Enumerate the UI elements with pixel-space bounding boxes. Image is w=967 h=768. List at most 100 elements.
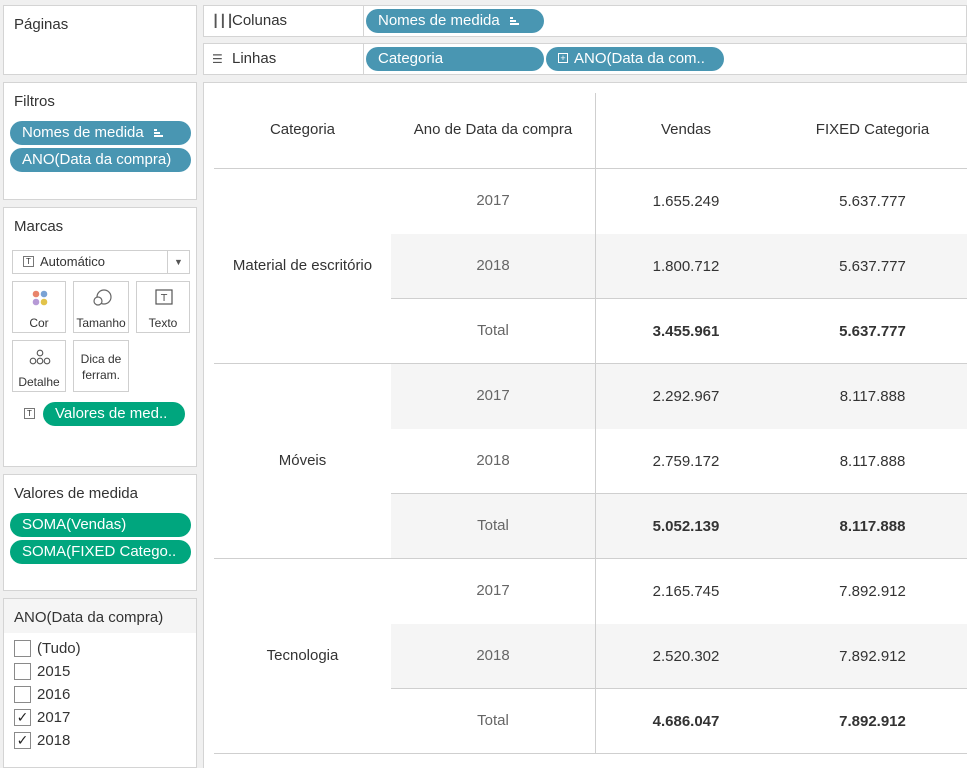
- header-ano[interactable]: Ano de Data da compra: [391, 121, 595, 138]
- marks-text-pill[interactable]: Valores de med..: [43, 402, 185, 426]
- year-cell: 2017: [476, 387, 510, 404]
- pages-panel[interactable]: Páginas: [3, 5, 197, 75]
- fixed-cell: 7.892.912: [839, 583, 906, 600]
- text-label: Texto: [148, 316, 178, 330]
- columns-label: ┃┃┃Colunas: [204, 6, 364, 36]
- text-mark-icon: T: [23, 256, 34, 268]
- fixed-total: 5.637.777: [839, 323, 906, 340]
- year-cell: 2017: [476, 582, 510, 599]
- group-divider: [214, 558, 967, 559]
- year-filter-card[interactable]: ANO(Data da compra) (Tudo) 2015 2016 ✓ 20…: [3, 598, 197, 768]
- year-cell: 2018: [476, 647, 510, 664]
- text-mark-icon: T: [24, 408, 35, 419]
- detail-button[interactable]: Detalhe: [12, 340, 66, 392]
- color-label: Cor: [29, 316, 49, 330]
- header-divider: [214, 168, 967, 169]
- pages-title: Páginas: [14, 16, 69, 33]
- group-divider: [214, 363, 967, 364]
- vendas-cell: 2.292.967: [652, 388, 720, 405]
- text-icon: T: [155, 289, 173, 305]
- measure-pill-fixed[interactable]: SOMA(FIXED Catego..: [10, 540, 191, 564]
- year-cell: 2017: [476, 192, 510, 209]
- filter-pill-measure-names[interactable]: Nomes de medida: [10, 121, 191, 145]
- checkbox[interactable]: [14, 662, 31, 680]
- columns-label-text: Colunas: [232, 12, 288, 29]
- total-label: Total: [477, 712, 509, 729]
- year-option-2015[interactable]: 2015: [14, 662, 70, 682]
- text-button[interactable]: T Texto: [136, 281, 190, 333]
- header-vendas[interactable]: Vendas: [595, 121, 777, 138]
- fixed-cell: 5.637.777: [839, 193, 906, 210]
- checkbox[interactable]: [14, 639, 31, 657]
- dropdown-arrow-icon: ▼: [167, 251, 189, 273]
- mark-type-value: Automático: [40, 254, 106, 269]
- option-label: 2015: [37, 663, 71, 680]
- header-fixed[interactable]: FIXED Categoria: [777, 121, 967, 138]
- option-label: 2016: [37, 686, 71, 703]
- sort-icon: [153, 129, 163, 138]
- color-button[interactable]: Cor: [12, 281, 66, 333]
- fixed-cell: 8.117.888: [839, 453, 906, 470]
- measure-pill-sales[interactable]: SOMA(Vendas): [10, 513, 191, 537]
- year-cell: 2018: [476, 452, 510, 469]
- pill-year-rows[interactable]: + ANO(Data da com..: [546, 47, 724, 71]
- checkbox-checked[interactable]: ✓: [14, 708, 31, 726]
- expand-icon[interactable]: +: [558, 53, 568, 64]
- mark-type-select[interactable]: T Automático ▼: [12, 250, 190, 274]
- sort-icon: [509, 17, 519, 26]
- option-label: 2018: [37, 732, 71, 749]
- color-icon: [32, 290, 48, 306]
- pill-label: Nomes de medida: [22, 124, 144, 141]
- pill-measure-names-columns[interactable]: Nomes de medida: [366, 9, 544, 33]
- size-label: Tamanho: [76, 316, 126, 330]
- year-option-all[interactable]: (Tudo): [14, 639, 81, 659]
- marks-panel[interactable]: Marcas T Automático ▼ Cor Tamanho T Texto…: [3, 207, 197, 467]
- checkbox-checked[interactable]: ✓: [14, 731, 31, 749]
- size-button[interactable]: Tamanho: [73, 281, 129, 333]
- pill-label: ANO(Data da compra): [22, 151, 172, 168]
- columns-icon: ┃┃┃: [212, 14, 234, 28]
- checkbox[interactable]: [14, 685, 31, 703]
- pill-label: SOMA(Vendas): [22, 516, 127, 533]
- category-label[interactable]: Móveis: [214, 452, 391, 469]
- total-label: Total: [477, 322, 509, 339]
- detail-label: Detalhe: [18, 375, 60, 389]
- vendas-total: 3.455.961: [652, 323, 720, 340]
- year-cell: 2018: [476, 257, 510, 274]
- tooltip-label: Dica de ferram.: [80, 352, 122, 382]
- vendas-cell: 2.520.302: [652, 648, 720, 665]
- vendas-cell: 1.655.249: [652, 193, 720, 210]
- header-categoria[interactable]: Categoria: [214, 121, 391, 138]
- pill-label: Valores de med..: [55, 405, 168, 422]
- tooltip-button[interactable]: Dica de ferram.: [73, 340, 129, 392]
- table-bottom: [214, 753, 967, 754]
- total-label: Total: [477, 517, 509, 534]
- vendas-total: 4.686.047: [652, 713, 720, 730]
- year-filter-title: ANO(Data da compra): [14, 609, 164, 626]
- total-divider: [391, 688, 967, 689]
- year-option-2017[interactable]: ✓ 2017: [14, 708, 70, 728]
- crosstab-view[interactable]: Categoria Ano de Data da compra Vendas F…: [203, 82, 967, 768]
- pill-label: Categoria: [378, 50, 444, 67]
- measure-values-panel[interactable]: Valores de medida SOMA(Vendas) SOMA(FIXE…: [3, 474, 197, 591]
- columns-shelf[interactable]: ┃┃┃Colunas Nomes de medida: [203, 5, 967, 37]
- measure-values-title: Valores de medida: [14, 485, 138, 502]
- fixed-cell: 5.637.777: [839, 258, 906, 275]
- rows-label: ☰ Linhas: [204, 44, 364, 74]
- category-label[interactable]: Tecnologia: [214, 647, 391, 664]
- pill-categoria-rows[interactable]: Categoria: [366, 47, 544, 71]
- rows-shelf[interactable]: ☰ Linhas Categoria + ANO(Data da com..: [203, 43, 967, 75]
- year-option-2016[interactable]: 2016: [14, 685, 70, 705]
- option-label: (Tudo): [37, 640, 81, 657]
- vendas-cell: 2.759.172: [652, 453, 720, 470]
- total-divider: [391, 493, 967, 494]
- filters-panel[interactable]: Filtros Nomes de medida ANO(Data da comp…: [3, 82, 197, 200]
- detail-icon: [29, 349, 51, 365]
- filter-pill-year[interactable]: ANO(Data da compra): [10, 148, 191, 172]
- vendas-cell: 2.165.745: [652, 583, 720, 600]
- year-option-2018[interactable]: ✓ 2018: [14, 731, 70, 751]
- fixed-cell: 8.117.888: [839, 388, 906, 405]
- category-label[interactable]: Material de escritório: [214, 257, 391, 274]
- total-divider: [391, 298, 967, 299]
- vendas-total: 5.052.139: [652, 518, 720, 535]
